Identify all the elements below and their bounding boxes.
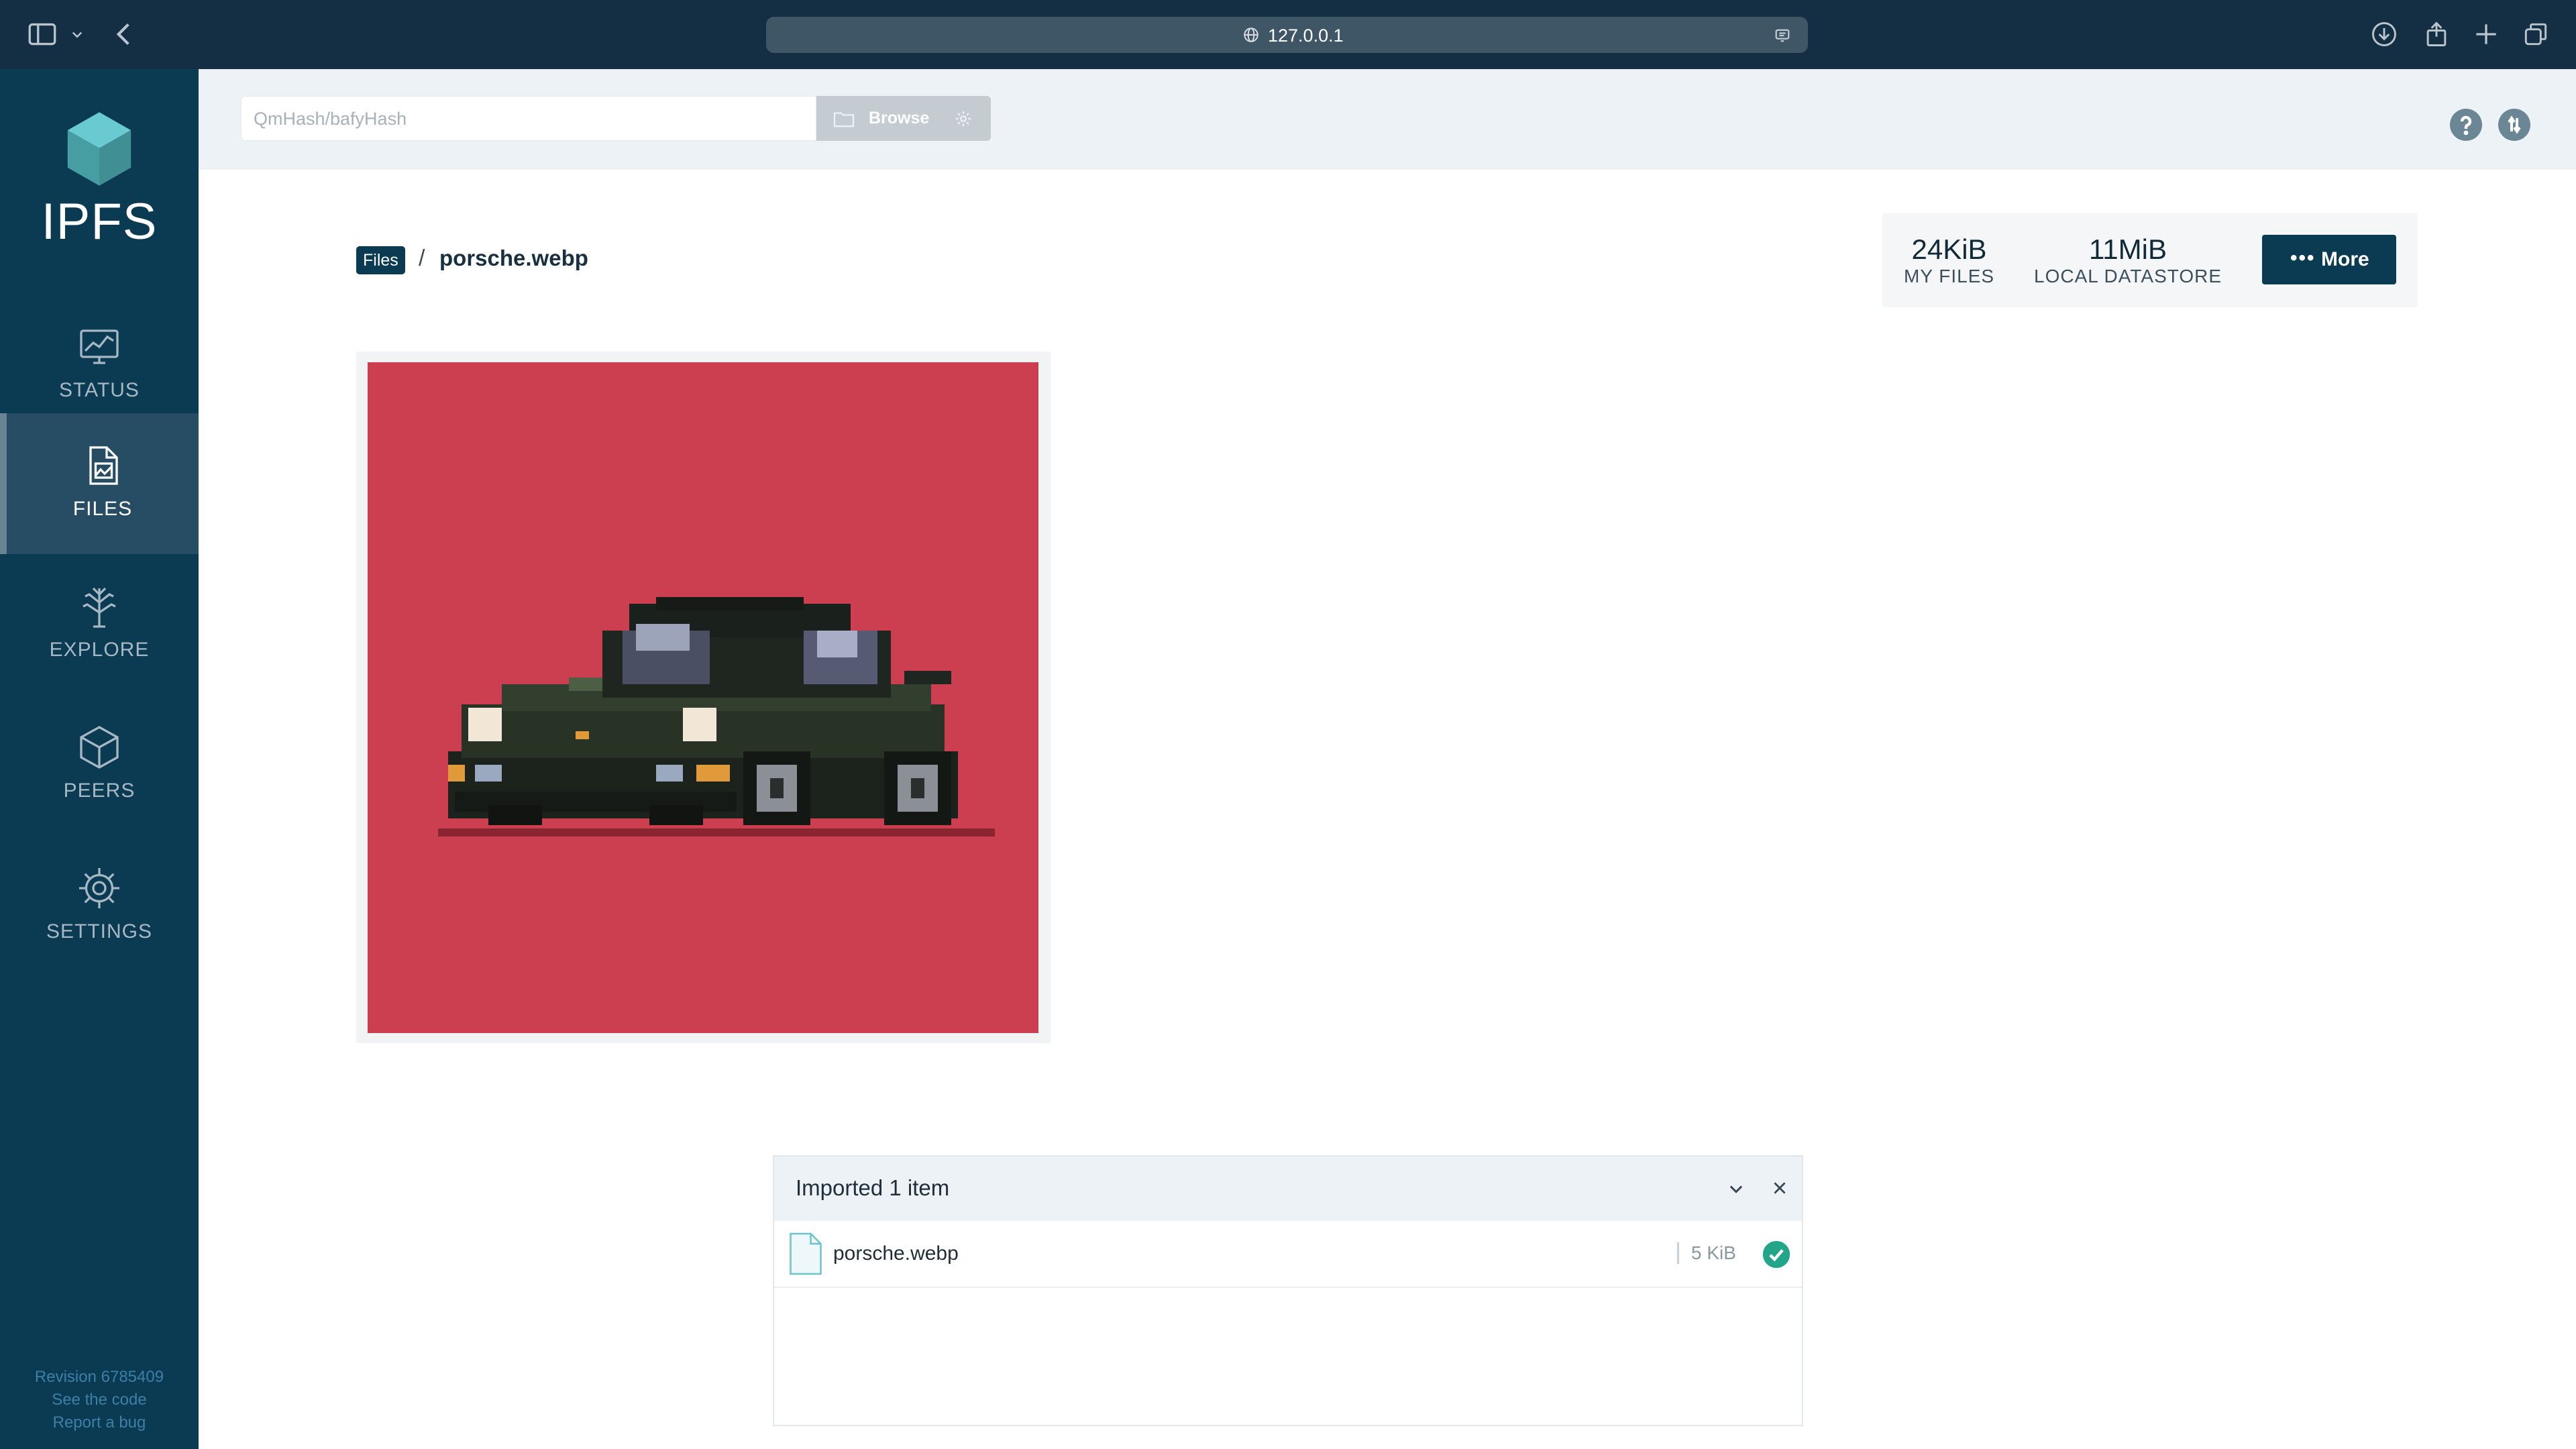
close-icon[interactable] [1771, 1179, 1788, 1197]
imported-file-name: porsche.webp [833, 1242, 959, 1265]
sidebar-footer: Revision 6785409 See the code Report a b… [0, 1366, 199, 1434]
datastore-label: LOCAL DATASTORE [2034, 266, 2222, 286]
more-label: More [2321, 248, 2369, 270]
back-arrow-icon[interactable] [107, 17, 141, 51]
files-icon [78, 441, 127, 490]
import-panel-header[interactable]: Imported 1 item [774, 1157, 1802, 1221]
report-bug-link[interactable]: Report a bug [0, 1411, 199, 1434]
address-bar[interactable]: 127.0.0.1 [766, 17, 1808, 53]
more-button[interactable]: ••• More [2262, 235, 2396, 284]
more-dots-icon: ••• [2290, 247, 2316, 269]
url-text: 127.0.0.1 [1268, 25, 1344, 46]
nav-settings[interactable]: SETTINGS [0, 836, 199, 977]
import-row: porsche.webp 5 KiB [774, 1221, 1802, 1288]
nav-files-label: FILES [72, 498, 133, 520]
ipfs-cube-icon [67, 112, 131, 186]
status-chart-icon [75, 323, 123, 371]
breadcrumb-separator: / [419, 246, 425, 271]
nav-explore[interactable]: EXPLORE [0, 554, 199, 695]
browse-button[interactable]: Browse [816, 96, 991, 141]
download-icon[interactable] [2369, 17, 2399, 51]
nav-explore-label: EXPLORE [49, 639, 150, 661]
breadcrumb-files-root[interactable]: Files [356, 246, 405, 274]
reader-icon[interactable] [1773, 26, 1792, 45]
explore-tree-icon [75, 582, 123, 631]
hash-search-input[interactable]: QmHash/bafyHash [241, 96, 816, 141]
porsche-image [368, 362, 1038, 1033]
my-files-value: 24KiB [1911, 233, 1987, 265]
nav-peers-label: PEERS [63, 780, 136, 802]
nav-settings-label: SETTINGS [46, 920, 152, 943]
chevron-down-icon[interactable] [67, 17, 87, 51]
browse-label: Browse [869, 109, 930, 127]
sidebar-toggle-icon[interactable] [25, 17, 59, 51]
tabs-overview-icon[interactable] [2521, 17, 2551, 51]
nav-status-label: STATUS [59, 379, 140, 401]
success-check-icon [1762, 1240, 1791, 1269]
datastore-stat: 11MiB LOCAL DATASTORE [2034, 233, 2222, 287]
globe-icon [1242, 26, 1260, 44]
file-icon [789, 1232, 822, 1276]
app-header: QmHash/bafyHash Browse [199, 69, 2576, 170]
share-icon[interactable] [2422, 17, 2451, 51]
repo-stats: 24KiB MY FILES 11MiB LOCAL DATASTORE •••… [1882, 213, 2418, 307]
ipns-gear-icon[interactable] [953, 109, 973, 129]
peers-cube-icon [75, 723, 123, 771]
my-files-stat: 24KiB MY FILES [1904, 233, 1994, 287]
import-title: Imported 1 item [796, 1175, 950, 1200]
search-placeholder: QmHash/bafyHash [254, 109, 407, 129]
my-files-label: MY FILES [1904, 266, 1995, 286]
new-tab-icon[interactable] [2471, 17, 2501, 51]
browser-toolbar: 127.0.0.1 [0, 0, 2576, 69]
help-icon[interactable] [2450, 109, 2482, 141]
imported-file-size: 5 KiB [1677, 1242, 1736, 1264]
nav-peers[interactable]: PEERS [0, 695, 199, 836]
connection-status-icon[interactable] [2498, 109, 2530, 141]
collapse-chevron-icon[interactable] [1727, 1179, 1746, 1198]
brand-name: IPFS [41, 193, 158, 250]
settings-gear-icon [75, 864, 123, 912]
file-preview [356, 352, 1051, 1043]
see-code-link[interactable]: See the code [0, 1389, 199, 1411]
breadcrumb-current-file: porsche.webp [439, 246, 588, 270]
sidebar: IPFS STATUS FILES EXPLORE PEERS SETTINGS… [0, 69, 199, 1449]
revision-link[interactable]: Revision 6785409 [0, 1366, 199, 1389]
datastore-value: 11MiB [2089, 233, 2167, 265]
nav-files[interactable]: FILES [0, 413, 199, 554]
import-status-panel: Imported 1 item porsche.webp 5 KiB [773, 1155, 1803, 1426]
folder-icon [833, 109, 855, 128]
ipfs-logo[interactable]: IPFS [0, 109, 199, 251]
